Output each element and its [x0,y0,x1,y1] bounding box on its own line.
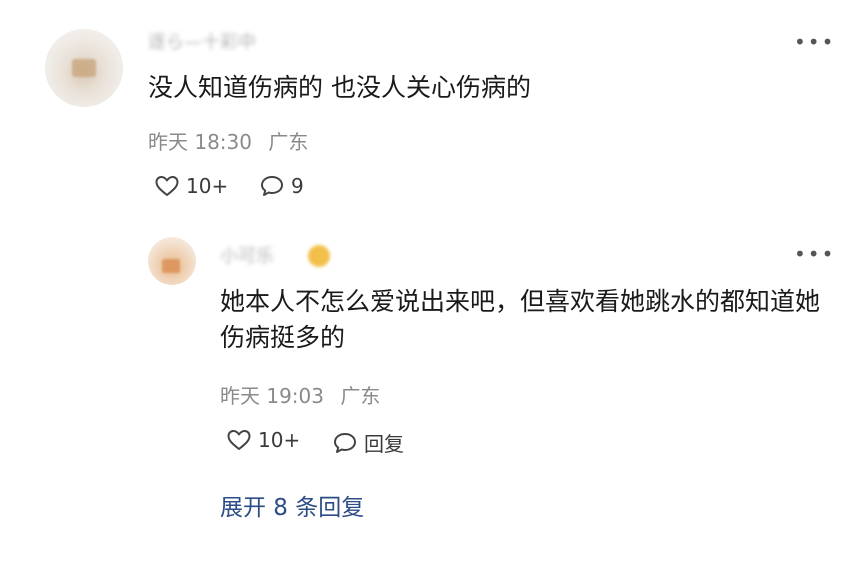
heart-outline-icon [227,430,251,450]
main-like-button[interactable]: 10+ [154,174,228,198]
reply-meta: 昨天 19:03 广东 [220,380,380,409]
main-reply-count: 9 [291,174,304,198]
more-options-icon[interactable]: ••• [794,244,835,264]
reply-commenter-username[interactable]: 小可乐 [220,242,274,268]
reply-reply-button[interactable]: 回复 [332,428,404,457]
main-comment-time: 昨天 18:30 [148,130,252,154]
heart-outline-icon [155,176,179,196]
speech-bubble-icon [334,432,356,453]
expand-replies-link[interactable]: 展开 8 条回复 [220,488,364,522]
main-comment-location: 广东 [268,130,309,154]
reply-like-button[interactable]: 10+ [226,428,300,452]
reply-location: 广东 [340,384,381,408]
speech-bubble-icon [261,176,283,196]
main-commenter-username[interactable]: 逐ら—十彩中 [148,28,256,54]
main-like-count: 10+ [186,174,229,198]
main-comment-text: 没人知道伤病的 也没人关心伤病的 [148,73,531,102]
reply-text: 她本人不怎么爱说出来吧，但喜欢看她跳水的都知道她伤病挺多的 [220,287,821,352]
emoji-badge-icon [308,245,330,267]
reply-like-count: 10+ [258,428,301,452]
main-reply-button[interactable]: 9 [259,174,304,198]
main-comment-meta: 昨天 18:30 广东 [148,126,308,155]
avatar-main-commenter[interactable] [45,29,123,107]
avatar-reply-commenter[interactable] [148,237,196,285]
reply-time: 昨天 19:03 [220,384,324,408]
more-options-icon[interactable]: ••• [794,32,835,52]
reply-reply-label: 回复 [364,432,404,456]
